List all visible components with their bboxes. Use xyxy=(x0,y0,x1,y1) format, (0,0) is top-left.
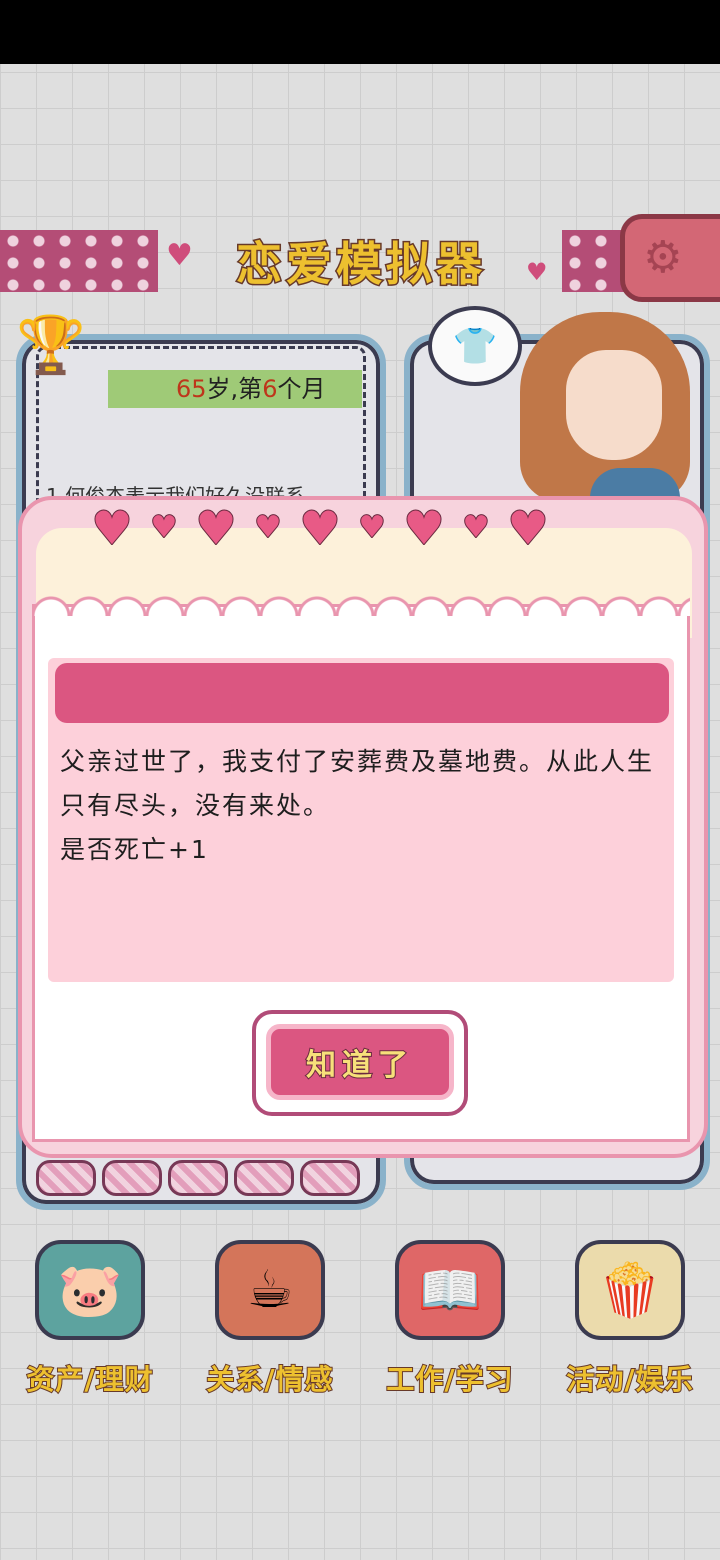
status-bar xyxy=(0,0,720,64)
heart-icon: ♥ xyxy=(194,501,237,555)
heart-icon: ♥ xyxy=(90,501,133,555)
heart-icon: ♥ xyxy=(462,510,491,545)
confirm-button[interactable]: 知道了 xyxy=(266,1024,454,1100)
dialog-scallop-edge xyxy=(32,588,690,616)
heart-icon: ♥ xyxy=(254,510,283,545)
heart-icon: ♥ xyxy=(150,510,179,545)
message-card-header xyxy=(55,663,669,723)
heart-icon: ♥ xyxy=(298,501,341,555)
heart-icon: ♥ xyxy=(506,501,549,555)
heart-icon: ♥ xyxy=(402,501,445,555)
dialog-hearts: ♥ ♥ ♥ ♥ ♥ ♥ ♥ ♥ ♥ xyxy=(86,502,554,554)
heart-icon: ♥ xyxy=(358,510,387,545)
dialog-message: 父亲过世了，我支付了安葬费及墓地费。从此人生只有尽头，没有来处。 是否死亡+1 xyxy=(60,747,655,864)
